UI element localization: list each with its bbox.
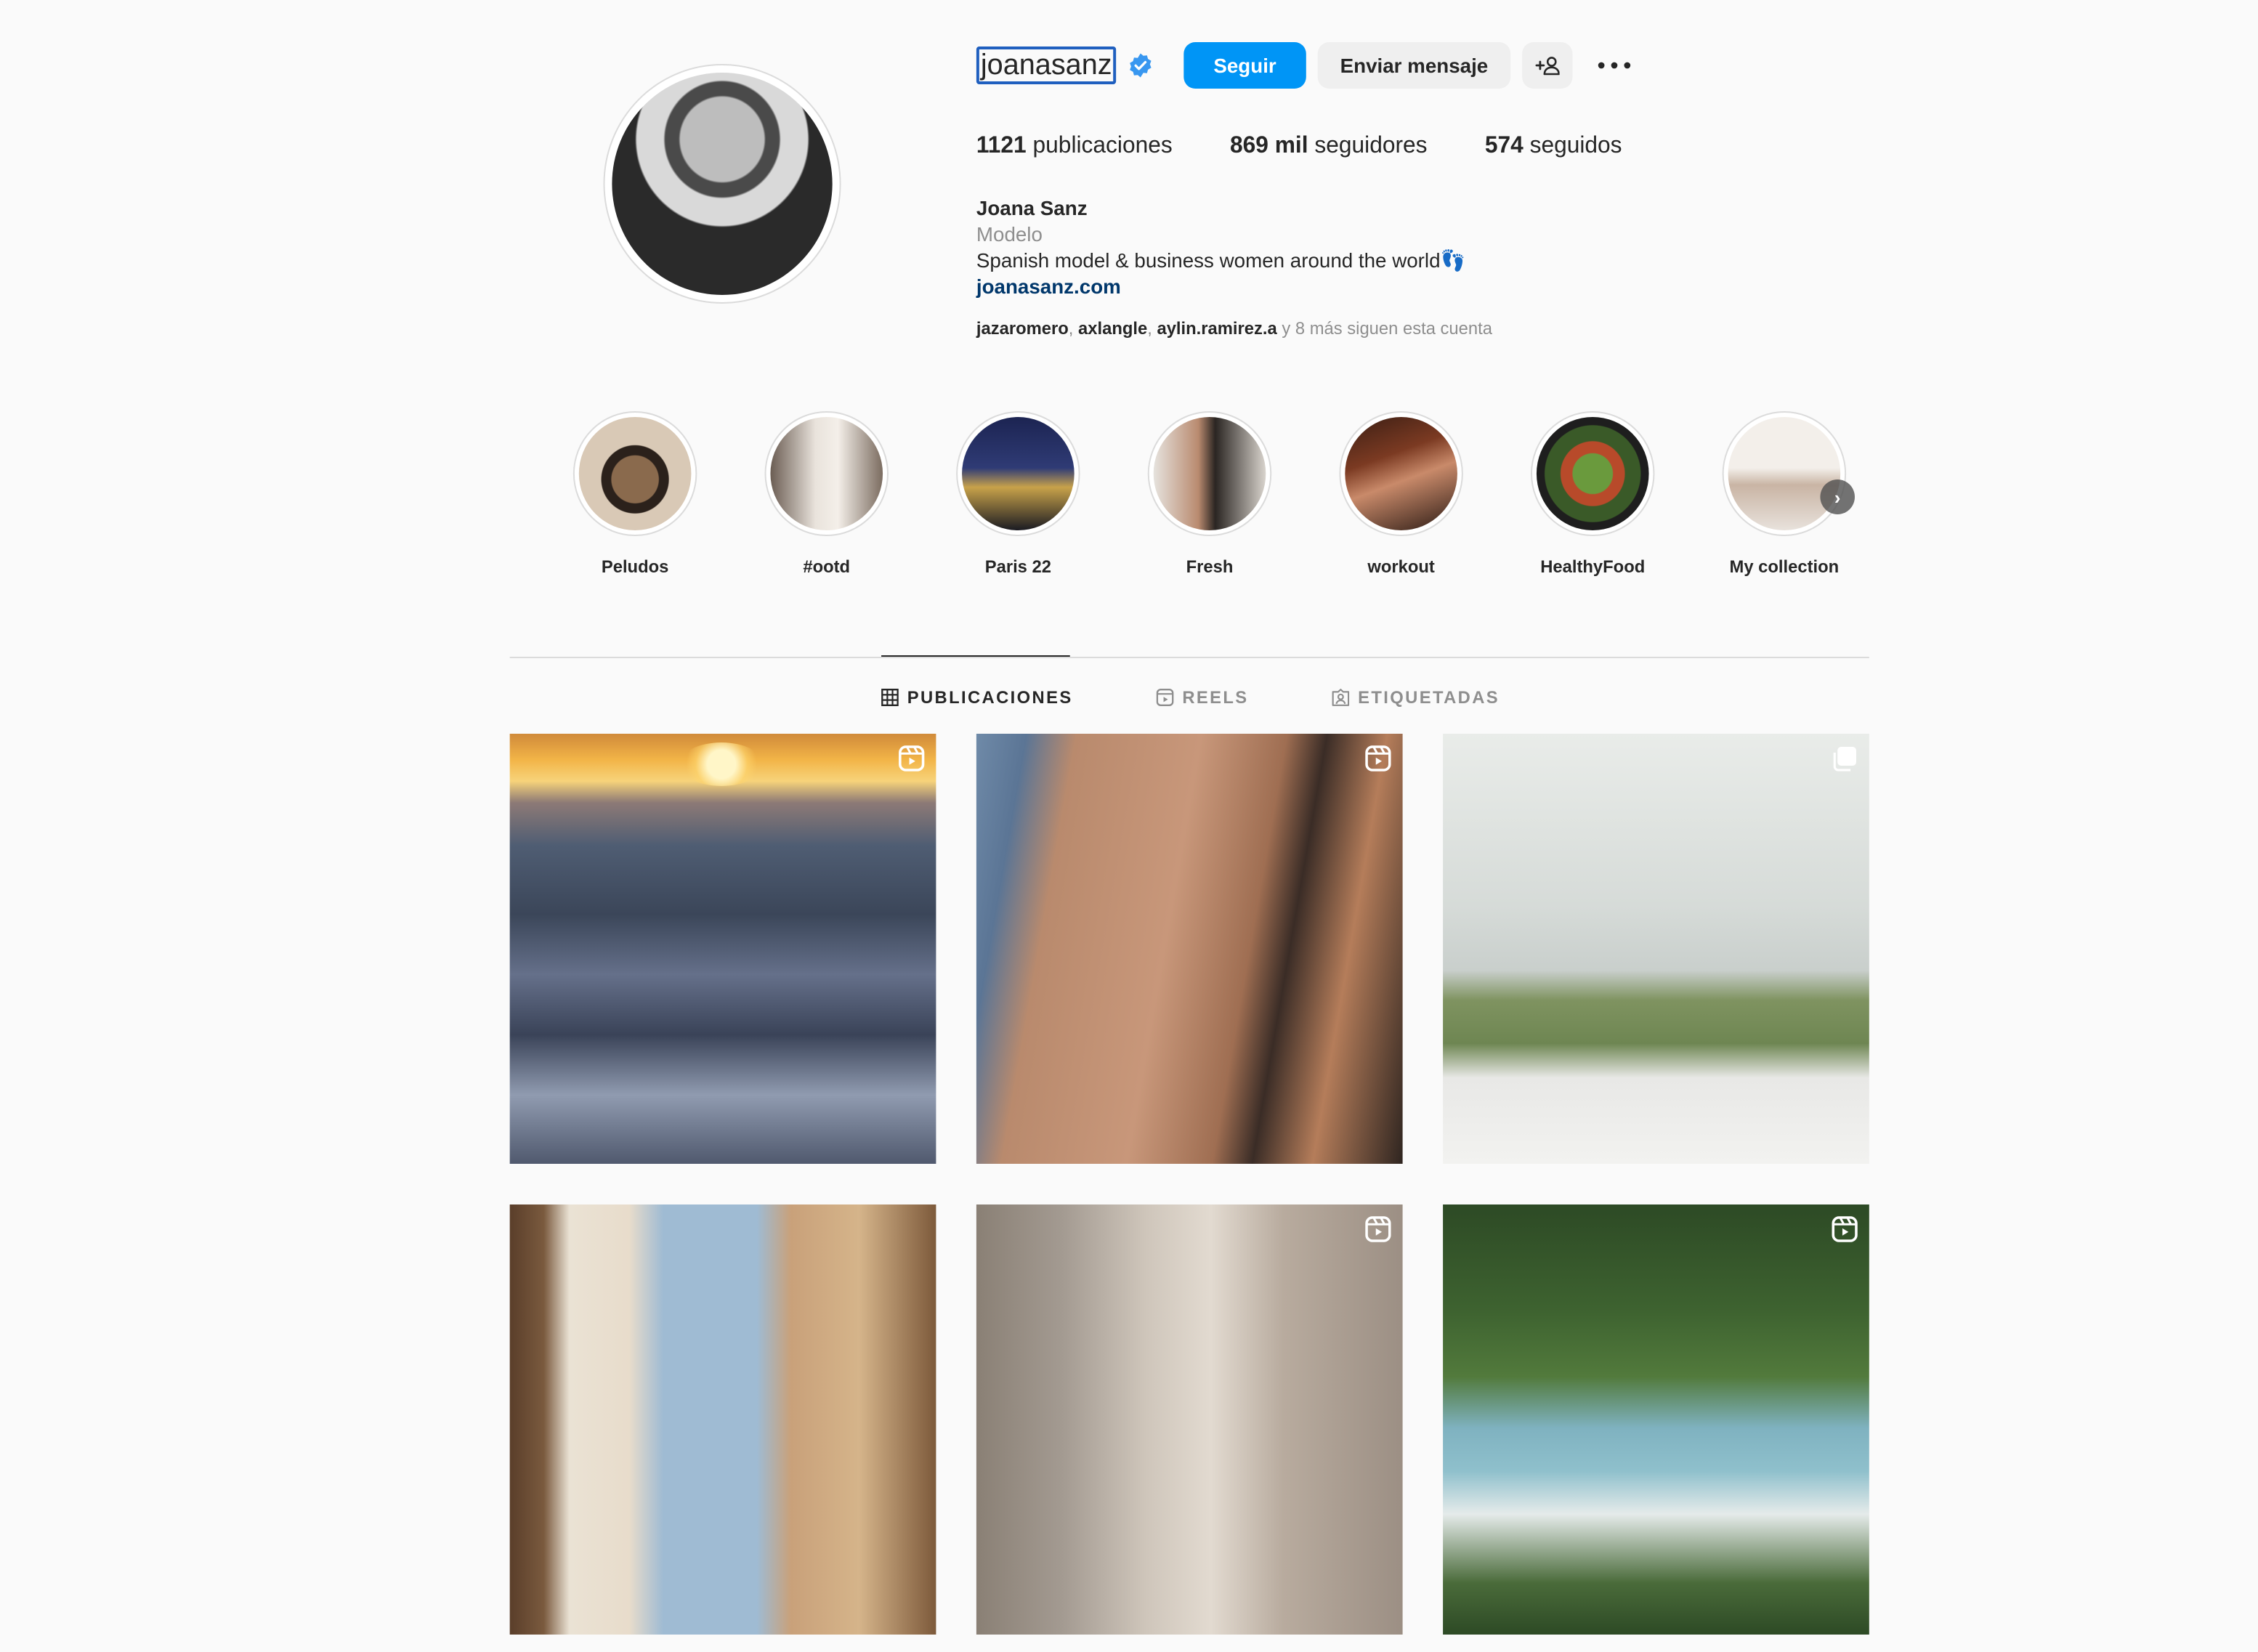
highlight-ootd[interactable]: #ootd [762, 411, 891, 577]
highlight-healthyfood[interactable]: HealthyFood [1528, 411, 1657, 577]
following-stat[interactable]: 574 seguidos [1485, 134, 1622, 160]
highlight-label: workout [1367, 556, 1435, 577]
highlight-paris-22[interactable]: Paris 22 [953, 411, 1083, 577]
follower-username: jazaromero [976, 318, 1069, 339]
more-options-button[interactable] [1590, 42, 1638, 89]
highlight-workout[interactable]: workout [1336, 411, 1465, 577]
highlight-cover [1345, 417, 1457, 530]
tab-etiquetadas[interactable]: ETIQUETADAS [1332, 686, 1500, 709]
tab-label: REELS [1182, 687, 1249, 708]
separator: , [1068, 318, 1079, 339]
followers-stat[interactable]: 869 mil seguidores [1230, 134, 1428, 160]
grid-icon [881, 689, 899, 706]
tabs-divider [509, 657, 1869, 658]
username[interactable]: joanasanz [976, 46, 1117, 84]
highlight-peludos[interactable]: Peludos [570, 411, 700, 577]
story-highlights: Peludos #ootd Paris 22 Fresh workout Hea… [570, 411, 1869, 586]
tab-publicaciones[interactable]: PUBLICACIONES [881, 686, 1073, 709]
profile-bio: Joana Sanz Modelo Spanish model & busine… [976, 195, 1465, 299]
username-row: joanasanz [976, 42, 1154, 89]
post-tile[interactable] [1443, 734, 1869, 1164]
posts-label: publicaciones [1032, 134, 1173, 158]
reel-badge-icon [1365, 1216, 1391, 1242]
followers-count: 869 mil [1229, 134, 1308, 158]
followed-by[interactable]: jazaromero, axlangle, aylin.ramirez.a y … [976, 318, 1492, 339]
highlight-label: Paris 22 [984, 556, 1051, 577]
follower-username: axlangle [1078, 318, 1148, 339]
verified-badge-icon [1130, 53, 1152, 78]
profile-avatar[interactable] [603, 64, 841, 304]
full-name: Joana Sanz [976, 196, 1088, 219]
posts-count: 1121 [976, 134, 1027, 158]
category-label: Modelo [976, 222, 1043, 246]
reels-icon [1156, 689, 1174, 706]
reel-badge-icon [1832, 1216, 1858, 1242]
add-person-icon [1535, 57, 1560, 76]
posts-stat: 1121 publicaciones [976, 134, 1173, 160]
carousel-badge-icon [1833, 747, 1856, 772]
reel-badge-icon [899, 745, 925, 772]
tab-label: ETIQUETADAS [1358, 687, 1500, 708]
post-tile[interactable] [976, 734, 1403, 1164]
highlight-cover [962, 417, 1075, 530]
highlight-cover [1536, 417, 1649, 530]
profile-page: joanasanz Seguir Enviar mensaje 1121 pub… [0, 0, 2258, 1652]
send-message-button[interactable]: Enviar mensaje [1317, 42, 1511, 89]
more-dots-icon [1598, 62, 1631, 69]
following-count: 574 [1484, 134, 1523, 158]
tab-label: PUBLICACIONES [907, 687, 1073, 708]
tagged-icon [1332, 689, 1350, 706]
post-tile[interactable] [509, 1204, 936, 1635]
separator: , [1147, 318, 1157, 339]
profile-picture [612, 73, 833, 295]
post-image [679, 742, 764, 786]
follow-button[interactable]: Seguir [1183, 42, 1306, 89]
highlight-label: My collection [1729, 556, 1840, 577]
followers-label: seguidores [1314, 134, 1428, 158]
bio-link[interactable]: joanasanz.com [976, 273, 1465, 299]
highlight-label: HealthyFood [1540, 556, 1646, 577]
highlight-cover [578, 417, 692, 530]
tab-reels[interactable]: REELS [1156, 686, 1249, 709]
suggested-accounts-button[interactable] [1522, 42, 1573, 89]
reel-badge-icon [1365, 745, 1391, 772]
post-tile[interactable] [976, 1204, 1403, 1635]
following-label: seguidos [1529, 134, 1622, 158]
highlight-cover [1728, 417, 1841, 530]
post-tile[interactable] [509, 734, 936, 1164]
highlight-cover [1153, 417, 1266, 530]
follower-username: aylin.ramirez.a [1157, 318, 1277, 339]
chevron-right-icon[interactable]: › [1820, 479, 1855, 514]
followed-by-suffix: y 8 más siguen esta cuenta [1282, 318, 1492, 339]
highlight-label: #ootd [803, 556, 851, 577]
profile-stats: 1121 publicaciones 869 mil seguidores 57… [976, 134, 1680, 160]
active-tab-indicator [881, 655, 1070, 657]
highlight-cover [770, 417, 883, 530]
highlight-label: Peludos [601, 556, 669, 577]
highlight-fresh[interactable]: Fresh [1145, 411, 1274, 577]
post-tile[interactable] [1443, 1204, 1869, 1635]
bio-text: Spanish model & business women around th… [976, 248, 1466, 272]
highlight-label: Fresh [1186, 556, 1234, 577]
